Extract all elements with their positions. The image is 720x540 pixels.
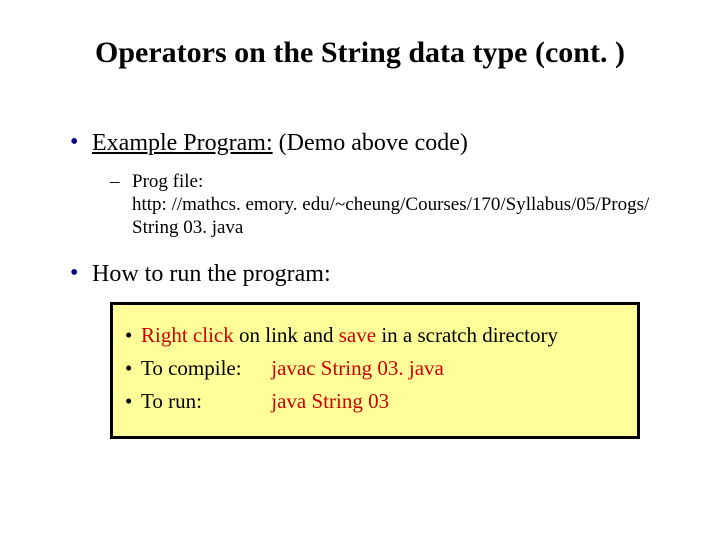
compile-command: javac String 03. java xyxy=(271,356,444,381)
box-line-rightclick: Right click on link and save in a scratc… xyxy=(125,323,625,348)
example-program-after: (Demo above code) xyxy=(273,130,468,156)
run-command: java String 03 xyxy=(271,389,389,414)
example-program-label: Example Program: xyxy=(92,130,273,156)
run-label: To run: xyxy=(141,389,266,414)
slide: Operators on the String data type (cont.… xyxy=(0,0,720,540)
text-save: save xyxy=(339,323,376,347)
box-line-run: To run: java String 03 xyxy=(125,389,625,414)
compile-label: To compile: xyxy=(141,356,266,381)
bullet-example-program: Example Program: (Demo above code) xyxy=(70,130,660,157)
slide-content: Example Program: (Demo above code) Prog … xyxy=(70,130,660,439)
text-on-link: on link and xyxy=(234,323,339,347)
text-right-click: Right click xyxy=(141,323,234,347)
instruction-box: Right click on link and save in a scratc… xyxy=(110,302,640,439)
bullet-how-to-run: How to run the program: xyxy=(70,261,660,288)
text-scratch-dir: in a scratch directory xyxy=(376,323,558,347)
prog-file-label: Prog file: xyxy=(132,171,203,192)
bullet-prog-file: Prog file: http: //mathcs. emory. edu/~c… xyxy=(70,171,660,239)
box-line-compile: To compile: javac String 03. java xyxy=(125,356,625,381)
prog-file-url: http: //mathcs. emory. edu/~cheung/Cours… xyxy=(132,194,649,238)
slide-title: Operators on the String data type (cont.… xyxy=(0,36,720,70)
